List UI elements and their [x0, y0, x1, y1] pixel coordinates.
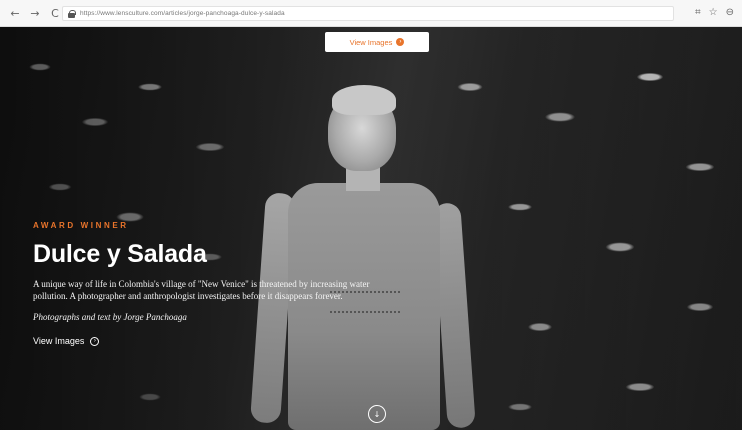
figure-hair [332, 85, 396, 115]
toolbar-actions: ⌗ ☆ ⊖ [695, 7, 734, 18]
bookmark-star-icon[interactable]: ☆ [709, 7, 718, 18]
top-view-images-button[interactable]: View Images › [325, 32, 429, 52]
translate-icon[interactable]: ⌗ [695, 7, 701, 18]
view-images-link[interactable]: View Images › [33, 336, 393, 346]
scroll-down-icon[interactable]: ↓ [368, 405, 386, 423]
view-images-label: View Images [33, 336, 85, 346]
top-view-images-label: View Images [349, 37, 393, 47]
page-title: Dulce y Salada [33, 240, 207, 268]
forward-icon[interactable]: → [28, 6, 42, 20]
hero-text: AWARD WINNER Dulce y Salada A unique way… [33, 221, 393, 346]
byline: Photographs and text by Jorge Panchoaga [33, 312, 187, 322]
address-bar[interactable]: https://www.lensculture.com/articles/jor… [62, 6, 674, 21]
browser-toolbar: ← → C https://www.lensculture.com/articl… [0, 0, 742, 27]
award-badge: AWARD WINNER [33, 221, 129, 230]
url-text[interactable]: https://www.lensculture.com/articles/jor… [80, 10, 285, 17]
back-icon[interactable]: ← [8, 6, 22, 20]
arrow-circle-icon: › [90, 336, 100, 346]
article-description: A unique way of life in Colombia's villa… [33, 279, 370, 301]
account-icon[interactable]: ⊖ [726, 7, 734, 18]
reload-icon[interactable]: C [48, 6, 62, 20]
arrow-circle-icon: › [396, 38, 405, 46]
lock-icon [68, 9, 76, 18]
